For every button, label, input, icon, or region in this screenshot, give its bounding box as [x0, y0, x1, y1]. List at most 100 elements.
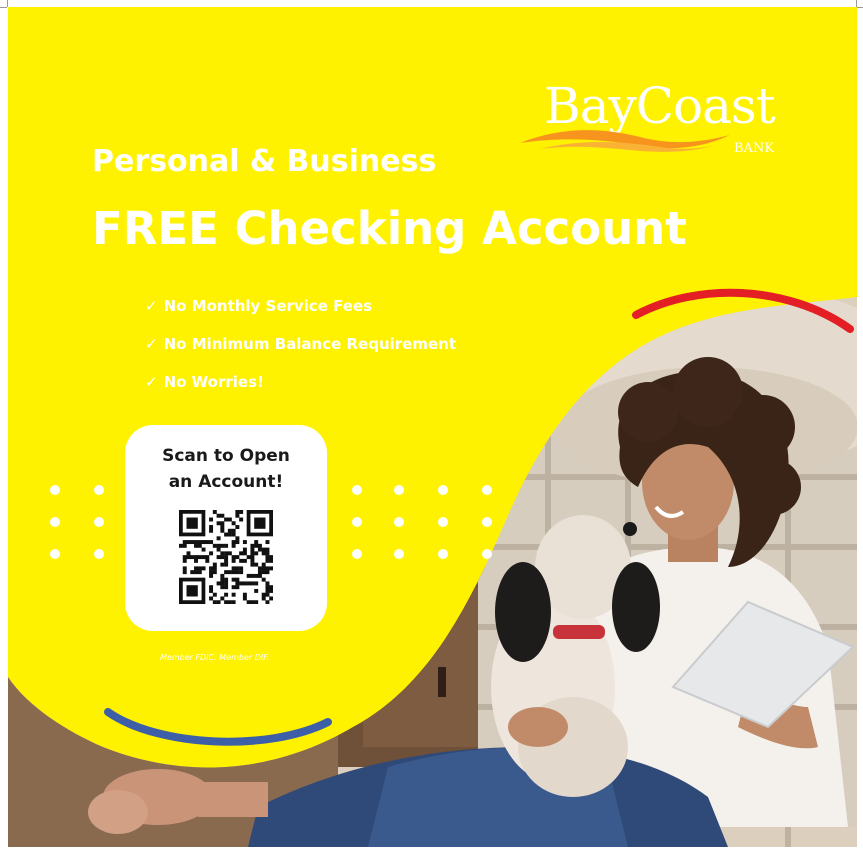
qr-module — [250, 573, 255, 578]
qr-module — [216, 536, 221, 541]
scan-title-line2: an Account! — [168, 472, 284, 492]
qr-module — [239, 566, 244, 571]
qr-module — [227, 532, 232, 537]
qr-module — [269, 566, 273, 571]
qr-module — [265, 547, 270, 552]
qr-module — [209, 525, 214, 529]
qr-module — [182, 566, 187, 571]
crop-mark — [856, 0, 857, 7]
qr-module — [220, 585, 225, 590]
qr-module — [212, 510, 217, 514]
qr-module — [220, 525, 225, 529]
qr-module — [209, 596, 214, 601]
qr-finder — [254, 517, 266, 529]
qr-module — [235, 581, 240, 586]
qr-module — [209, 540, 214, 545]
qr-module — [257, 573, 262, 578]
qr-module — [216, 600, 221, 604]
scan-title-line1: Scan to Open — [162, 446, 290, 466]
qr-module — [227, 600, 232, 604]
qr-module — [201, 566, 206, 571]
qr-module — [209, 585, 214, 590]
qr-module — [182, 555, 187, 560]
ad-panel: BayCoast BANK Personal & Business FREE C… — [8, 7, 857, 847]
qr-module — [220, 513, 225, 518]
qr-module — [250, 543, 255, 548]
qr-module — [269, 596, 273, 601]
qr-module — [246, 573, 251, 578]
qr-finder — [186, 585, 198, 597]
qr-module — [224, 592, 229, 597]
qr-module — [220, 543, 225, 548]
qr-module — [265, 540, 270, 545]
feature-item: ✓ No Minimum Balance Requirement — [145, 334, 456, 372]
qr-module — [220, 521, 225, 526]
qr-module — [216, 547, 221, 552]
dot — [352, 549, 362, 559]
qr-module — [197, 543, 202, 548]
crop-mark — [7, 0, 8, 7]
feature-list: ✓ No Monthly Service Fees ✓ No Minimum Bal… — [145, 296, 456, 410]
qr-module — [250, 562, 255, 567]
qr-module — [231, 600, 236, 604]
qr-module — [190, 555, 195, 560]
qr-module — [197, 566, 202, 571]
qr-module — [254, 562, 259, 567]
decorative-dots-right — [352, 485, 502, 565]
qr-module — [242, 596, 247, 601]
qr-module — [269, 585, 273, 590]
qr-module — [224, 543, 229, 548]
qr-module — [269, 558, 273, 563]
qr-module — [209, 573, 214, 578]
qr-module — [186, 540, 191, 545]
qr-module — [190, 540, 195, 545]
dot — [438, 549, 448, 559]
qr-module — [235, 540, 240, 545]
qr-code-icon[interactable] — [179, 510, 273, 604]
qr-module — [235, 566, 240, 571]
qr-module — [231, 540, 236, 545]
qr-module — [209, 517, 214, 522]
qr-module — [209, 551, 214, 556]
qr-module — [231, 558, 236, 563]
qr-module — [224, 570, 229, 575]
qr-module — [235, 510, 240, 514]
qr-module — [224, 558, 229, 563]
dot — [394, 517, 404, 527]
qr-module — [254, 573, 259, 578]
qr-module — [182, 543, 187, 548]
qr-module — [242, 547, 247, 552]
qr-module — [242, 558, 247, 563]
qr-module — [235, 525, 240, 529]
qr-module — [231, 543, 236, 548]
qr-module — [231, 566, 236, 571]
qr-module — [224, 581, 229, 586]
qr-module — [212, 592, 217, 597]
dot — [50, 485, 60, 495]
qr-module — [254, 600, 259, 604]
qr-module — [261, 577, 266, 582]
feature-label: No Monthly Service Fees — [163, 297, 373, 315]
qr-module — [257, 566, 262, 571]
qr-module — [209, 570, 214, 575]
qr-module — [265, 558, 270, 563]
qr-module — [201, 555, 206, 560]
qr-module — [250, 581, 255, 586]
qr-module — [212, 543, 217, 548]
qr-module — [239, 558, 244, 563]
qr-module — [261, 562, 266, 567]
qr-module — [197, 570, 202, 575]
qr-module — [231, 585, 236, 590]
qr-finder — [186, 517, 198, 529]
qr-module — [212, 570, 217, 575]
qr-module — [265, 555, 270, 560]
qr-module — [242, 540, 247, 545]
qr-module — [224, 555, 229, 560]
qr-module — [220, 581, 225, 586]
qr-module — [261, 596, 266, 601]
qr-module — [186, 555, 191, 560]
qr-module — [265, 600, 270, 604]
qr-module — [231, 555, 236, 560]
scan-card[interactable]: Scan to Open an Account! — [125, 425, 327, 631]
qr-module — [231, 528, 236, 533]
